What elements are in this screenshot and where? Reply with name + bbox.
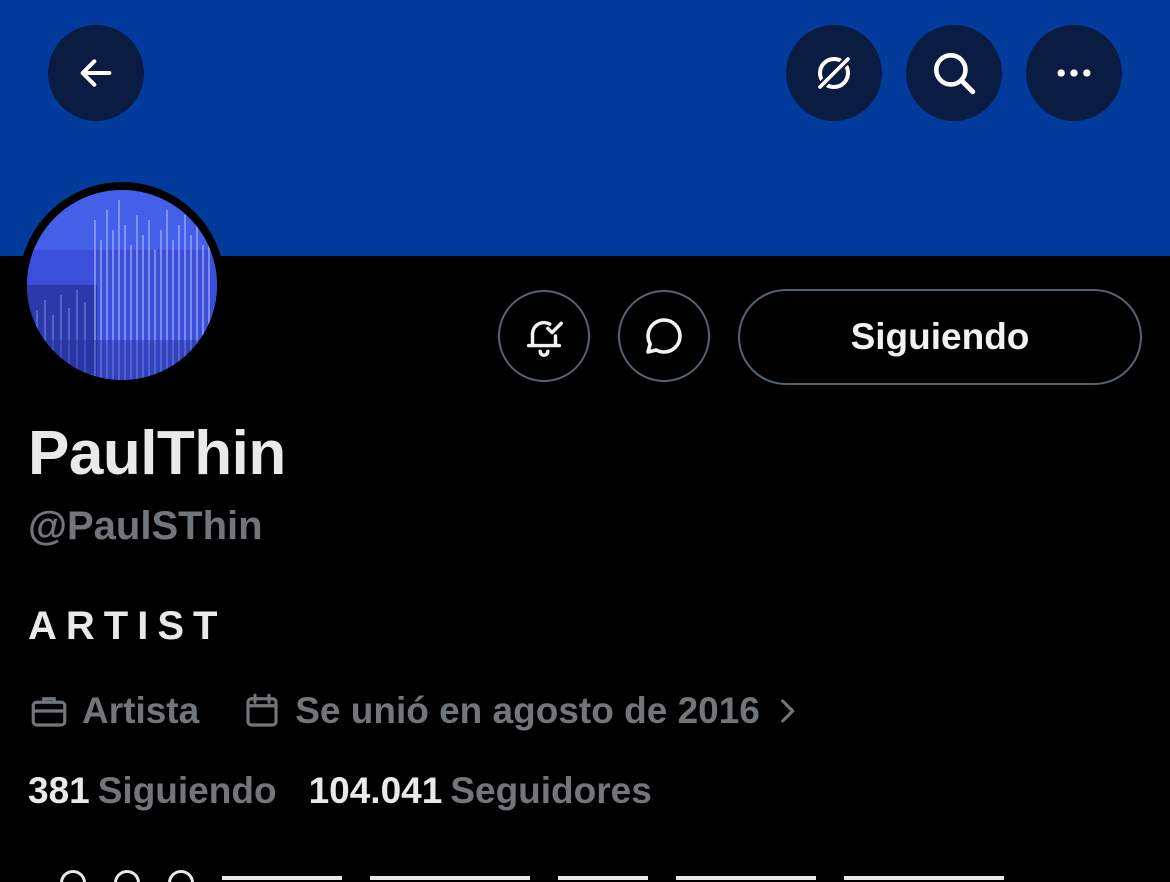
- message-button[interactable]: [618, 290, 710, 382]
- profile-bio: ARTIST: [28, 604, 227, 648]
- more-horizontal-icon: [1057, 69, 1091, 77]
- username-handle: @PaulSThin: [28, 504, 263, 548]
- avatar[interactable]: [27, 190, 217, 380]
- category-label: Artista: [82, 690, 200, 731]
- following-link[interactable]: 381 Siguiendo: [28, 770, 277, 812]
- followers-link[interactable]: 104.041 Seguidores: [309, 770, 652, 812]
- avatar-artwork: [27, 190, 217, 380]
- follow-stats: 381 Siguiendo 104.041 Seguidores: [28, 770, 652, 812]
- chevron-right-icon: [781, 699, 795, 723]
- truncated-next-line: [60, 862, 1120, 882]
- arrow-left-icon: [80, 59, 112, 87]
- bell-check-icon: [526, 320, 563, 357]
- grok-button[interactable]: [786, 25, 882, 121]
- message-bubble-icon: [646, 318, 682, 354]
- following-label: Siguiendo: [97, 770, 277, 811]
- join-date[interactable]: Se unió en agosto de 2016: [241, 690, 804, 732]
- search-button[interactable]: [906, 25, 1002, 121]
- followers-label: Seguidores: [450, 770, 652, 811]
- following-button-label: Siguiendo: [850, 316, 1030, 357]
- grok-icon: [815, 54, 853, 92]
- notifications-button[interactable]: [498, 290, 590, 382]
- display-name: PaulThin: [28, 419, 286, 488]
- back-button[interactable]: [48, 25, 144, 121]
- join-date-label: Se unió en agosto de 2016: [295, 690, 760, 731]
- following-button[interactable]: Siguiendo: [738, 289, 1142, 385]
- calendar-icon: [246, 693, 278, 727]
- search-icon: [934, 53, 976, 95]
- briefcase-icon: [31, 697, 67, 727]
- followers-count: 104.041: [308, 770, 443, 811]
- profile-meta: Artista Se unió en agosto de 2016: [28, 684, 804, 738]
- more-button[interactable]: [1026, 25, 1122, 121]
- profile-category: Artista: [28, 690, 199, 732]
- following-count: 381: [28, 770, 90, 811]
